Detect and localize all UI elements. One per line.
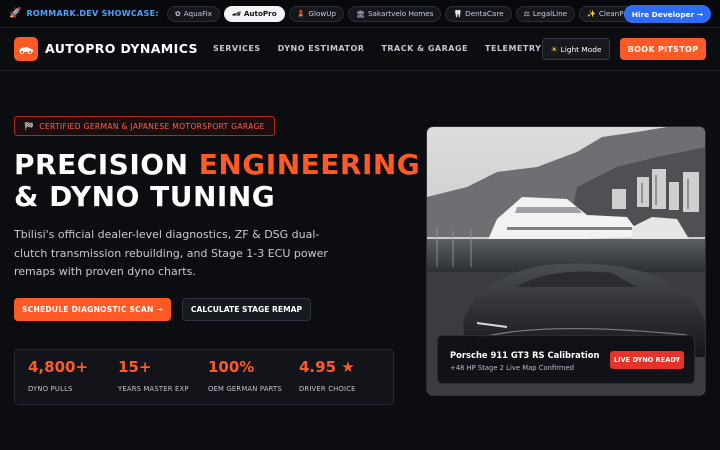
light-mode-toggle[interactable]: ☀ Light Mode	[542, 38, 610, 60]
showcase-chips: ✿ AquaFix 🏎 AutoPro 💄 GlowUp 🏛 Sakartvelo Ho…	[166, 5, 676, 22]
chip-label: LegalLine	[532, 9, 568, 18]
showcase-chip-aquafix[interactable]: ✿ AquaFix	[166, 5, 220, 22]
chip-label: AquaFix	[183, 9, 212, 18]
chip-label: AutoPro	[243, 9, 277, 18]
showcase-bar: 🚀 ROMMARK.DEV SHOWCASE: ✿ AquaFix 🏎 AutoPr…	[0, 0, 720, 28]
race-car-glyph	[19, 47, 33, 54]
showcase-chip-dentacare[interactable]: 🦷 DentaCare	[445, 5, 512, 22]
certification-text: CERTIFIED GERMAN & JAPANESE MOTORSPORT G…	[39, 121, 265, 131]
feature-card: Porsche 911 GT3 RS Calibration +48 HP St…	[437, 335, 695, 384]
hero-description: Tbilisi's official dealer-level diagnost…	[14, 228, 328, 278]
hero-title-line2: & DYNO TUNING	[14, 180, 276, 213]
brand-name[interactable]: AUTOPRO DYNAMICS	[45, 41, 198, 56]
checkered-flag-icon: 🏁	[24, 121, 35, 131]
stat-label: YEARS MASTER EXP	[118, 385, 189, 393]
chip-icon: ✨	[587, 9, 596, 18]
chip-icon: 🏛	[356, 9, 365, 18]
rocket-icon: 🚀	[9, 8, 22, 19]
stat-oem-parts: 100% OEM GERMAN PARTS	[208, 358, 282, 394]
showcase-chip-glowup[interactable]: 💄 GlowUp	[288, 5, 345, 22]
nav-item-services[interactable]: SERVICES	[213, 44, 261, 53]
chip-icon: 🦷	[453, 9, 463, 18]
chip-icon: 🏎	[231, 9, 241, 18]
nav-item-track-garage[interactable]: TRACK & GARAGE	[381, 44, 468, 53]
schedule-scan-button[interactable]: SCHEDULE DIAGNOSTIC SCAN →	[14, 298, 171, 321]
light-mode-label: Light Mode	[560, 44, 602, 54]
chip-icon: ✿	[174, 9, 181, 18]
main-nav: AUTOPRO DYNAMICS SERVICES DYNO ESTIMATOR…	[0, 28, 720, 71]
nav-item-telemetry[interactable]: TELEMETRY	[485, 44, 541, 53]
hero-title-accent: ENGINEERING	[198, 148, 421, 181]
chip-label: DentaCare	[465, 9, 504, 18]
chip-icon: 💄	[296, 9, 306, 18]
nav-menu: SERVICES DYNO ESTIMATOR TRACK & GARAGE T…	[213, 44, 541, 53]
stat-dyno-pulls: 4,800+ DYNO PULLS	[28, 358, 89, 394]
feature-card-title: Porsche 911 GT3 RS Calibration	[450, 350, 600, 360]
chip-label: GlowUp	[308, 9, 337, 18]
live-dyno-badge[interactable]: LIVE DYNO READY	[610, 351, 684, 369]
book-pitstop-button[interactable]: BOOK PITSTOP	[620, 38, 706, 60]
chip-icon: ⚖	[523, 9, 530, 18]
nav-item-dyno-estimator[interactable]: DYNO ESTIMATOR	[278, 44, 365, 53]
stat-value: 100%	[208, 358, 255, 376]
stat-label: OEM GERMAN PARTS	[208, 385, 282, 393]
stat-value: 4.95 ★	[299, 358, 355, 376]
showcase-label: ROMMARK.DEV SHOWCASE:	[26, 9, 159, 18]
stat-driver-choice: 4.95 ★ DRIVER CHOICE	[299, 358, 356, 394]
hero-title-line1: PRECISION ENGINEERING	[14, 151, 420, 179]
stat-value: 4,800+	[28, 358, 89, 376]
feature-card-subtitle: +48 HP Stage 2 Live Map Confirmed	[450, 364, 574, 372]
chip-label: Sakartvelo Homes	[367, 9, 434, 18]
hero-title-plain: PRECISION	[14, 148, 199, 181]
race-car-icon[interactable]	[14, 37, 38, 61]
stat-label: DYNO PULLS	[28, 385, 73, 393]
calculate-remap-button[interactable]: CALCULATE STAGE REMAP	[182, 298, 311, 321]
stat-value: 15+	[118, 358, 152, 376]
stats-panel: 4,800+ DYNO PULLS 15+ YEARS MASTER EXP 1…	[14, 349, 394, 405]
showcase-chip-autopro[interactable]: 🏎 AutoPro	[223, 5, 285, 22]
stat-years-exp: 15+ YEARS MASTER EXP	[118, 358, 189, 394]
hire-developer-button[interactable]: Hire Developer →	[623, 5, 711, 23]
sun-icon: ☀	[550, 44, 558, 54]
certification-badge: 🏁 CERTIFIED GERMAN & JAPANESE MOTORSPORT…	[14, 116, 275, 136]
showcase-chip-legalline[interactable]: ⚖ LegalLine	[515, 5, 576, 22]
showcase-chip-sakartvelo-homes[interactable]: 🏛 Sakartvelo Homes	[348, 5, 442, 22]
stat-label: DRIVER CHOICE	[299, 385, 356, 393]
